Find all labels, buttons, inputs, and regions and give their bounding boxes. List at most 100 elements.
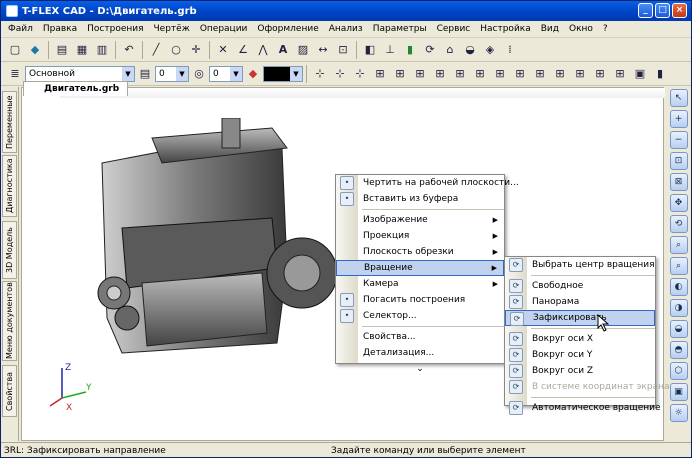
snap-icon-7[interactable]: ⊞ [432, 66, 448, 82]
context-item-6[interactable]: Камера ▶ [336, 276, 504, 292]
extrude-icon[interactable]: ▮ [402, 42, 418, 58]
context-item-3[interactable]: Проекция ▶ [336, 228, 504, 244]
tab-document-menu[interactable]: Меню документов [2, 281, 17, 361]
context-item-8[interactable]: • Селектор... [336, 308, 504, 324]
rotation-item-5[interactable]: ⟳ Вокруг оси Y [505, 347, 655, 363]
circle-icon[interactable]: ○ [168, 42, 184, 58]
print-icon[interactable]: ▥ [94, 42, 110, 58]
menu-10[interactable]: Вид [536, 24, 564, 34]
render-icon[interactable]: ◐ [669, 278, 688, 296]
context-item-1[interactable]: • Вставить из буфера [336, 191, 504, 207]
tab-properties[interactable]: Свойства [2, 365, 17, 417]
workplane-icon[interactable]: ⊥ [382, 42, 398, 58]
rotate-icon[interactable]: ⟳ [422, 42, 438, 58]
zoom-icon[interactable]: ⌕ [669, 236, 688, 254]
view-icon[interactable]: ◧ [362, 42, 378, 58]
shade-icon[interactable]: ◒ [669, 320, 688, 338]
menu-9[interactable]: Настройка [475, 24, 536, 34]
context-item-4[interactable]: Плоскость обрезки ▶ [336, 244, 504, 260]
snap-icon-3[interactable]: ⊹ [352, 66, 368, 82]
snap-icon-6[interactable]: ⊞ [412, 66, 428, 82]
rotation-item-1[interactable]: ⟳ Свободное [505, 278, 655, 294]
rotation-item-8[interactable]: ⟳ Автоматическое вращение [505, 400, 661, 416]
context-item-5[interactable]: Вращение ▶ [336, 260, 504, 276]
fillet-icon[interactable]: ◒ [462, 42, 478, 58]
context-item-10[interactable]: Детализация... [336, 345, 504, 361]
snap-icon-1[interactable]: ⊹ [312, 66, 328, 82]
snap-icon-2[interactable]: ⊹ [332, 66, 348, 82]
hatch-icon[interactable]: ▨ [295, 42, 311, 58]
construct-icon[interactable]: ✕ [215, 42, 231, 58]
fit-icon[interactable]: ⊠ [669, 173, 688, 191]
snap-icon-16[interactable]: ⊞ [612, 66, 628, 82]
rotation-item-0[interactable]: ⟳ Выбрать центр вращения [505, 257, 655, 273]
priority-select[interactable]: 0 ▼ [209, 65, 243, 82]
document-tab[interactable]: Двигатель.grb [23, 81, 129, 96]
wireframe-icon[interactable]: ◓ [669, 341, 688, 359]
menu-5[interactable]: Оформление [252, 24, 323, 34]
snap-icon-18[interactable]: ▮ [652, 66, 668, 82]
tab-diagnostics[interactable]: Диагностика [2, 155, 17, 217]
context-item-9[interactable]: Свойства... [336, 329, 504, 345]
save-icon[interactable]: ▦ [74, 42, 90, 58]
zoom-out-icon[interactable]: − [669, 131, 688, 149]
snap-icon-15[interactable]: ⊞ [592, 66, 608, 82]
snap-icon-17[interactable]: ▣ [632, 66, 648, 82]
cube-icon[interactable]: ◆ [27, 42, 43, 58]
orient-icon[interactable]: ⬡ [669, 362, 688, 380]
rotation-item-6[interactable]: ⟳ Вокруг оси Z [505, 363, 655, 379]
snap-icon-4[interactable]: ⊞ [372, 66, 388, 82]
context-item-0[interactable]: • Чертить на рабочей плоскости... [336, 175, 519, 191]
rotation-item-4[interactable]: ⟳ Вокруг оси X [505, 331, 655, 347]
snap-icon-9[interactable]: ⊞ [472, 66, 488, 82]
polyline-icon[interactable]: ⋀ [255, 42, 271, 58]
zoom-all-icon[interactable]: ⌕ [669, 257, 688, 275]
menu-4[interactable]: Операции [195, 24, 253, 34]
pattern-icon[interactable]: ⁞ [502, 42, 518, 58]
zoom-window-icon[interactable]: ⊡ [669, 152, 688, 170]
snap-icon-12[interactable]: ⊞ [532, 66, 548, 82]
expand-menu-icon[interactable]: ⌄ [336, 361, 504, 377]
pan-icon[interactable]: ✥ [669, 194, 688, 212]
fragment-icon[interactable]: ⊡ [335, 42, 351, 58]
menu-12[interactable]: ? [598, 24, 613, 34]
tab-variables[interactable]: Переменные [2, 91, 17, 153]
menu-2[interactable]: Построения [82, 24, 148, 34]
shell-icon[interactable]: ◈ [482, 42, 498, 58]
menu-11[interactable]: Окно [564, 24, 598, 34]
snap-icon-5[interactable]: ⊞ [392, 66, 408, 82]
rotation-item-3[interactable]: ⟳ Зафиксировать [505, 310, 655, 326]
menu-6[interactable]: Анализ [324, 24, 368, 34]
section-icon[interactable]: ◑ [669, 299, 688, 317]
menu-8[interactable]: Сервис [432, 24, 476, 34]
close-button[interactable]: × [672, 3, 687, 18]
line-icon[interactable]: ╱ [148, 42, 164, 58]
text-icon[interactable]: A [275, 42, 291, 58]
new-icon[interactable]: ▢ [7, 42, 23, 58]
maximize-button[interactable]: □ [655, 3, 670, 18]
snap-icon-8[interactable]: ⊞ [452, 66, 468, 82]
level-select[interactable]: 0 ▼ [155, 65, 189, 82]
snap-icon-13[interactable]: ⊞ [552, 66, 568, 82]
rotate-view-icon[interactable]: ⟲ [669, 215, 688, 233]
menu-7[interactable]: Параметры [368, 24, 432, 34]
sketch-icon[interactable]: ∠ [235, 42, 251, 58]
color-select[interactable]: ▼ [263, 65, 303, 82]
menu-0[interactable]: Файл [3, 24, 38, 34]
dimension-icon[interactable]: ↔ [315, 42, 331, 58]
rotation-item-2[interactable]: ⟳ Панорама [505, 294, 655, 310]
tab-3d-model[interactable]: 3D Модель [2, 221, 17, 279]
minimize-button[interactable]: _ [638, 3, 653, 18]
snap-icon-10[interactable]: ⊞ [492, 66, 508, 82]
layer-select[interactable]: Основной ▼ [25, 65, 135, 82]
select-icon[interactable]: ↖ [669, 89, 688, 107]
node-icon[interactable]: ✛ [188, 42, 204, 58]
undo-icon[interactable]: ↶ [121, 42, 137, 58]
loft-icon[interactable]: ⌂ [442, 42, 458, 58]
menu-1[interactable]: Правка [38, 24, 82, 34]
snap-icon-11[interactable]: ⊞ [512, 66, 528, 82]
zoom-in-icon[interactable]: + [669, 110, 688, 128]
camera-icon[interactable]: ▣ [669, 383, 688, 401]
open-icon[interactable]: ▤ [54, 42, 70, 58]
snap-icon-14[interactable]: ⊞ [572, 66, 588, 82]
